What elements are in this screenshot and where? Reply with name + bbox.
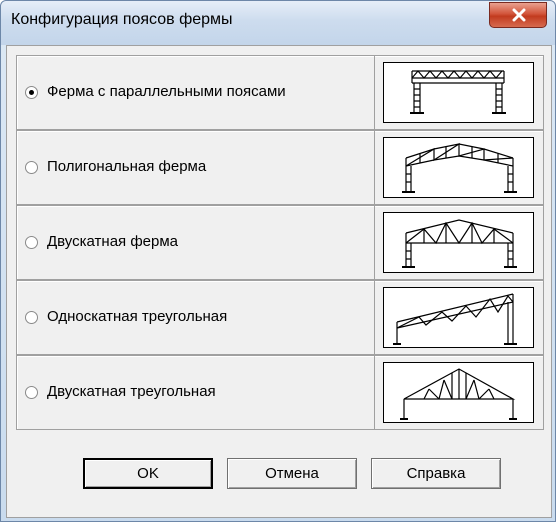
option-label: Полигональная ферма (47, 158, 207, 175)
option-label-cell: Ферма с параллельными поясами (17, 56, 375, 129)
help-button[interactable]: Справка (371, 458, 501, 489)
gable-truss-icon (383, 212, 534, 273)
radio-gable[interactable] (25, 236, 38, 249)
option-label: Ферма с параллельными поясами (47, 83, 286, 100)
dialog-title: Конфигурация поясов фермы (11, 11, 233, 28)
parallel-chord-truss-icon (383, 62, 534, 123)
radio-gable-triangular[interactable] (25, 386, 38, 399)
option-row-parallel[interactable]: Ферма с параллельными поясами (16, 55, 544, 130)
option-label: Двускатная треугольная (47, 383, 216, 400)
radio-polygonal[interactable] (25, 161, 38, 174)
option-label-cell: Полигональная ферма (17, 131, 375, 204)
dialog-body: Ферма с параллельными поясами Полигональ… (6, 45, 552, 518)
dialog-window: Конфигурация поясов фермы Ферма с паралл… (0, 0, 556, 522)
option-row-polygonal[interactable]: Полигональная ферма (16, 130, 544, 205)
option-row-gable[interactable]: Двускатная ферма (16, 205, 544, 280)
ok-button[interactable]: OK (83, 458, 213, 489)
gable-triangular-truss-icon (383, 362, 534, 423)
option-label-cell: Двускатная ферма (17, 206, 375, 279)
radio-mono-triangular[interactable] (25, 311, 38, 324)
option-row-mono-triangular[interactable]: Односкатная треугольная (16, 280, 544, 355)
option-row-gable-triangular[interactable]: Двускатная треугольная (16, 355, 544, 430)
close-icon (512, 8, 526, 22)
title-bar[interactable]: Конфигурация поясов фермы (1, 1, 555, 45)
option-label: Двускатная ферма (47, 233, 179, 250)
option-label-cell: Односкатная треугольная (17, 281, 375, 354)
option-label: Односкатная треугольная (47, 308, 228, 325)
mono-pitch-triangular-truss-icon (383, 287, 534, 348)
polygonal-truss-icon (383, 137, 534, 198)
close-button[interactable] (489, 2, 547, 28)
option-label-cell: Двускатная треугольная (17, 356, 375, 429)
radio-parallel[interactable] (25, 86, 38, 99)
cancel-button[interactable]: Отмена (227, 458, 357, 489)
